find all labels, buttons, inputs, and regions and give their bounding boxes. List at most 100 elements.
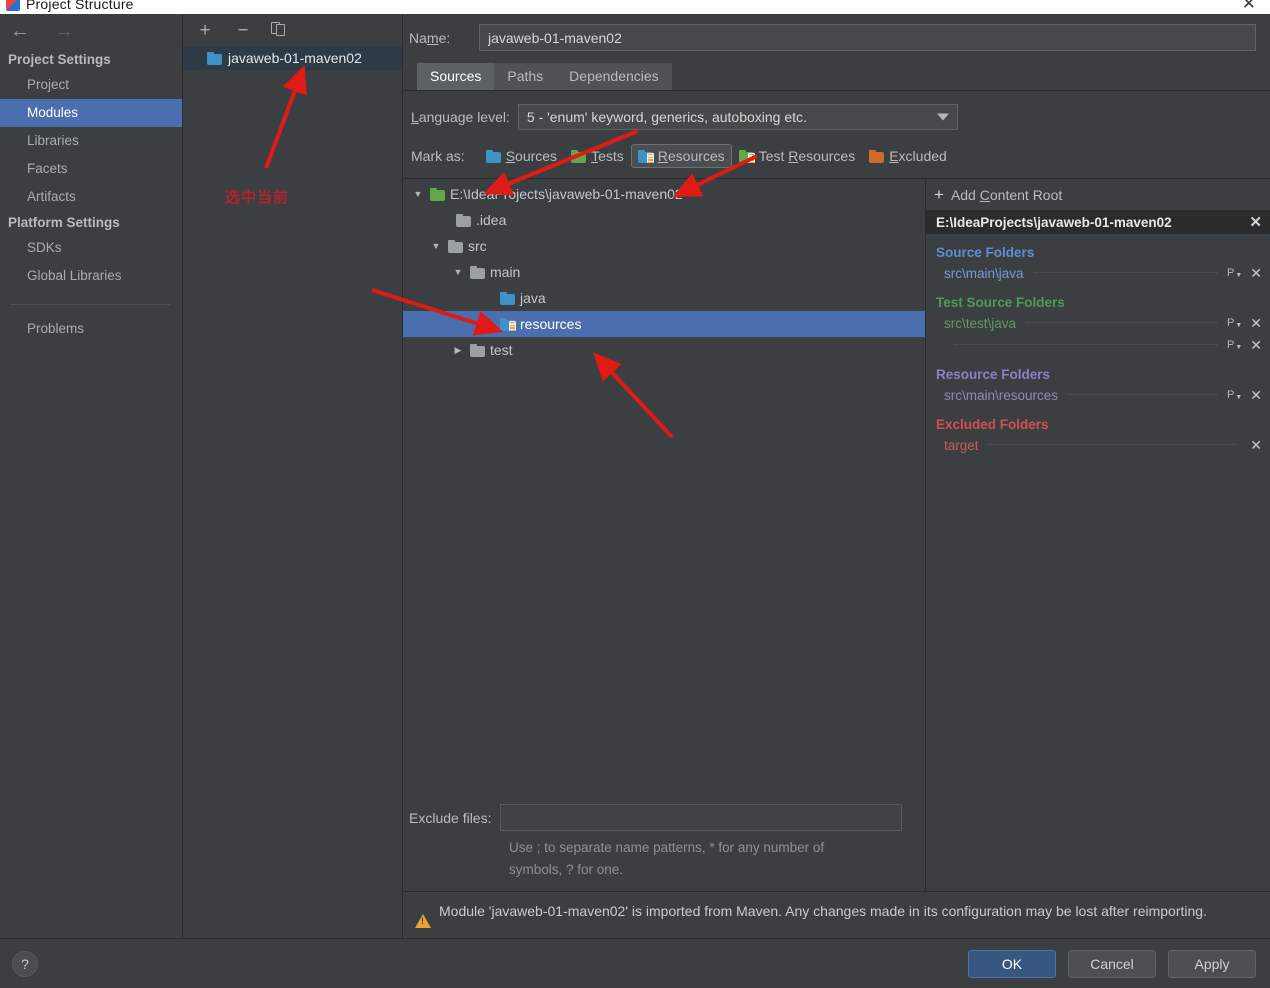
folder-resources-icon — [637, 149, 654, 164]
sidebar-item-global-libraries[interactable]: Global Libraries — [0, 262, 182, 290]
window-titlebar: Project Structure ✕ — [0, 0, 1270, 14]
modules-toolbar: + − — [183, 14, 402, 46]
tree-row[interactable]: ▶ test — [403, 337, 925, 363]
remove-folder-icon[interactable]: ✕ — [1250, 316, 1262, 330]
copy-module-icon[interactable] — [271, 22, 287, 38]
tree-row[interactable]: java — [403, 285, 925, 311]
package-prefix-icon[interactable]: P ▼ — [1227, 389, 1242, 401]
sidebar-nav-arrows: ← → — [0, 14, 182, 48]
add-module-button[interactable]: + — [195, 21, 215, 40]
sources-split: ▼ E:\IdeaProjects\javaweb-01-maven02 .id… — [403, 178, 1270, 891]
group-title-excluded-folders: Excluded Folders — [936, 417, 1049, 432]
expand-arrow-icon[interactable]: ▼ — [411, 189, 425, 199]
entry-dotted-rule — [954, 343, 1217, 345]
module-folder-icon — [207, 51, 222, 65]
entry-dotted-rule — [988, 443, 1237, 445]
tab-paths[interactable]: Paths — [494, 63, 557, 90]
mark-as-tests-button[interactable]: Tests — [564, 144, 631, 168]
tree-row[interactable]: ▼ main — [403, 259, 925, 285]
plus-icon: + — [934, 185, 944, 204]
package-prefix-icon[interactable]: P ▼ — [1227, 339, 1242, 351]
remove-folder-icon[interactable]: ✕ — [1250, 266, 1262, 280]
dialog-body: ← → Project Settings Project Modules Lib… — [0, 14, 1270, 938]
sidebar-item-problems[interactable]: Problems — [0, 315, 182, 343]
folder-gray-icon — [456, 213, 471, 227]
resource-folder-entry[interactable]: src\main\resources P ▼ ✕ — [926, 384, 1270, 406]
excluded-folder-path: target — [944, 437, 979, 453]
module-name-row: Name: — [403, 14, 1270, 51]
content-roots-pane: + Add Content Root E:\IdeaProjects\javaw… — [926, 179, 1270, 891]
package-prefix-icon[interactable]: P ▼ — [1227, 317, 1242, 329]
expand-arrow-icon[interactable]: ▼ — [451, 267, 465, 277]
tab-sources[interactable]: Sources — [417, 63, 495, 90]
forward-arrow-icon[interactable]: → — [50, 21, 78, 41]
tree-row[interactable]: .idea — [403, 207, 925, 233]
tree-row-label: main — [490, 264, 521, 280]
remove-folder-icon[interactable]: ✕ — [1250, 438, 1262, 452]
dialog-footer: ? OK Cancel Apply — [0, 938, 1270, 988]
excluded-folder-entry[interactable]: target ✕ — [926, 434, 1270, 456]
sidebar-item-modules[interactable]: Modules — [0, 99, 182, 127]
expand-arrow-icon[interactable]: ▼ — [429, 241, 443, 251]
exclude-files-input[interactable] — [500, 804, 903, 831]
exclude-files-hint: Use ; to separate name patterns, * for a… — [403, 831, 863, 881]
module-list-item[interactable]: javaweb-01-maven02 — [183, 46, 402, 70]
help-button[interactable]: ? — [12, 950, 38, 977]
remove-folder-icon[interactable]: ✕ — [1250, 338, 1262, 352]
remove-module-button[interactable]: − — [233, 21, 253, 40]
sidebar-item-facets[interactable]: Facets — [0, 155, 182, 183]
cancel-button[interactable]: Cancel — [1068, 949, 1156, 978]
mark-as-resources-button[interactable]: Resources — [630, 144, 732, 168]
remove-content-root-icon[interactable]: ✕ — [1249, 213, 1262, 231]
exclude-files-row: Exclude files: — [403, 804, 925, 831]
maven-import-warning-text: Module 'javaweb-01-maven02' is imported … — [439, 903, 1207, 919]
folder-blue-icon — [500, 291, 515, 305]
sidebar-item-libraries[interactable]: Libraries — [0, 127, 182, 155]
language-level-row: Language level: 5 - 'enum' keyword, gene… — [403, 91, 1270, 130]
ok-button[interactable]: OK — [968, 949, 1056, 978]
test-source-folder-entry[interactable]: P ▼ ✕ — [926, 334, 1270, 356]
source-folder-entry[interactable]: src\main\java P ▼ ✕ — [926, 262, 1270, 284]
mark-as-test-resources-label: Test Resources — [758, 148, 856, 164]
tab-dependencies[interactable]: Dependencies — [556, 63, 672, 90]
close-icon[interactable]: ✕ — [1242, 0, 1256, 12]
content-tree: ▼ E:\IdeaProjects\javaweb-01-maven02 .id… — [403, 179, 925, 363]
language-level-select[interactable]: 5 - 'enum' keyword, generics, autoboxing… — [517, 104, 958, 130]
module-tabs: Sources Paths Dependencies — [417, 63, 1270, 91]
sidebar-section-project-settings: Project Settings — [8, 52, 111, 67]
mark-as-excluded-button[interactable]: Excluded — [862, 144, 954, 168]
group-title-source-folders: Source Folders — [936, 245, 1035, 260]
mark-as-sources-label: Sources — [505, 148, 558, 164]
mark-as-row: Mark as: Sources Tests Resources Test Re… — [403, 130, 1270, 178]
sidebar-item-sdks[interactable]: SDKs — [0, 234, 182, 262]
remove-folder-icon[interactable]: ✕ — [1250, 388, 1262, 402]
sidebar-item-artifacts[interactable]: Artifacts — [0, 183, 182, 211]
sidebar-item-project[interactable]: Project — [0, 71, 182, 99]
back-arrow-icon[interactable]: ← — [6, 21, 34, 41]
module-editor-panel: Name: Sources Paths Dependencies Languag… — [403, 14, 1270, 938]
folder-test-resources-icon — [738, 149, 755, 164]
group-title-resource-folders: Resource Folders — [936, 367, 1051, 382]
add-content-root-label: Add Content Root — [950, 186, 1063, 203]
tree-row-label: E:\IdeaProjects\javaweb-01-maven02 — [450, 186, 683, 202]
folder-gray-icon — [470, 343, 485, 357]
test-source-folder-path: src\test\java — [944, 315, 1017, 331]
tree-row-selected[interactable]: resources — [403, 311, 925, 337]
package-prefix-icon[interactable]: P ▼ — [1227, 267, 1242, 279]
module-name-input[interactable] — [479, 24, 1256, 51]
tree-row-label: test — [490, 342, 513, 358]
collapse-arrow-icon[interactable]: ▶ — [451, 345, 465, 355]
add-content-root-button[interactable]: + Add Content Root — [926, 179, 1270, 210]
mark-as-test-resources-button[interactable]: Test Resources — [732, 144, 863, 168]
language-level-value: 5 - 'enum' keyword, generics, autoboxing… — [526, 109, 807, 125]
test-source-folder-entry[interactable]: src\test\java P ▼ ✕ — [926, 312, 1270, 334]
source-folder-path: src\main\java — [944, 265, 1024, 281]
exclude-hint-line1: Use ; to separate name patterns, * for a… — [509, 840, 825, 855]
tree-row[interactable]: ▼ E:\IdeaProjects\javaweb-01-maven02 — [403, 181, 925, 207]
tree-row[interactable]: ▼ src — [403, 233, 925, 259]
sidebar-divider — [10, 304, 170, 305]
apply-button[interactable]: Apply — [1168, 949, 1256, 978]
sidebar-section-platform-settings: Platform Settings — [8, 215, 120, 230]
mark-as-sources-button[interactable]: Sources — [479, 144, 564, 168]
module-name-label: Name: — [409, 29, 451, 46]
